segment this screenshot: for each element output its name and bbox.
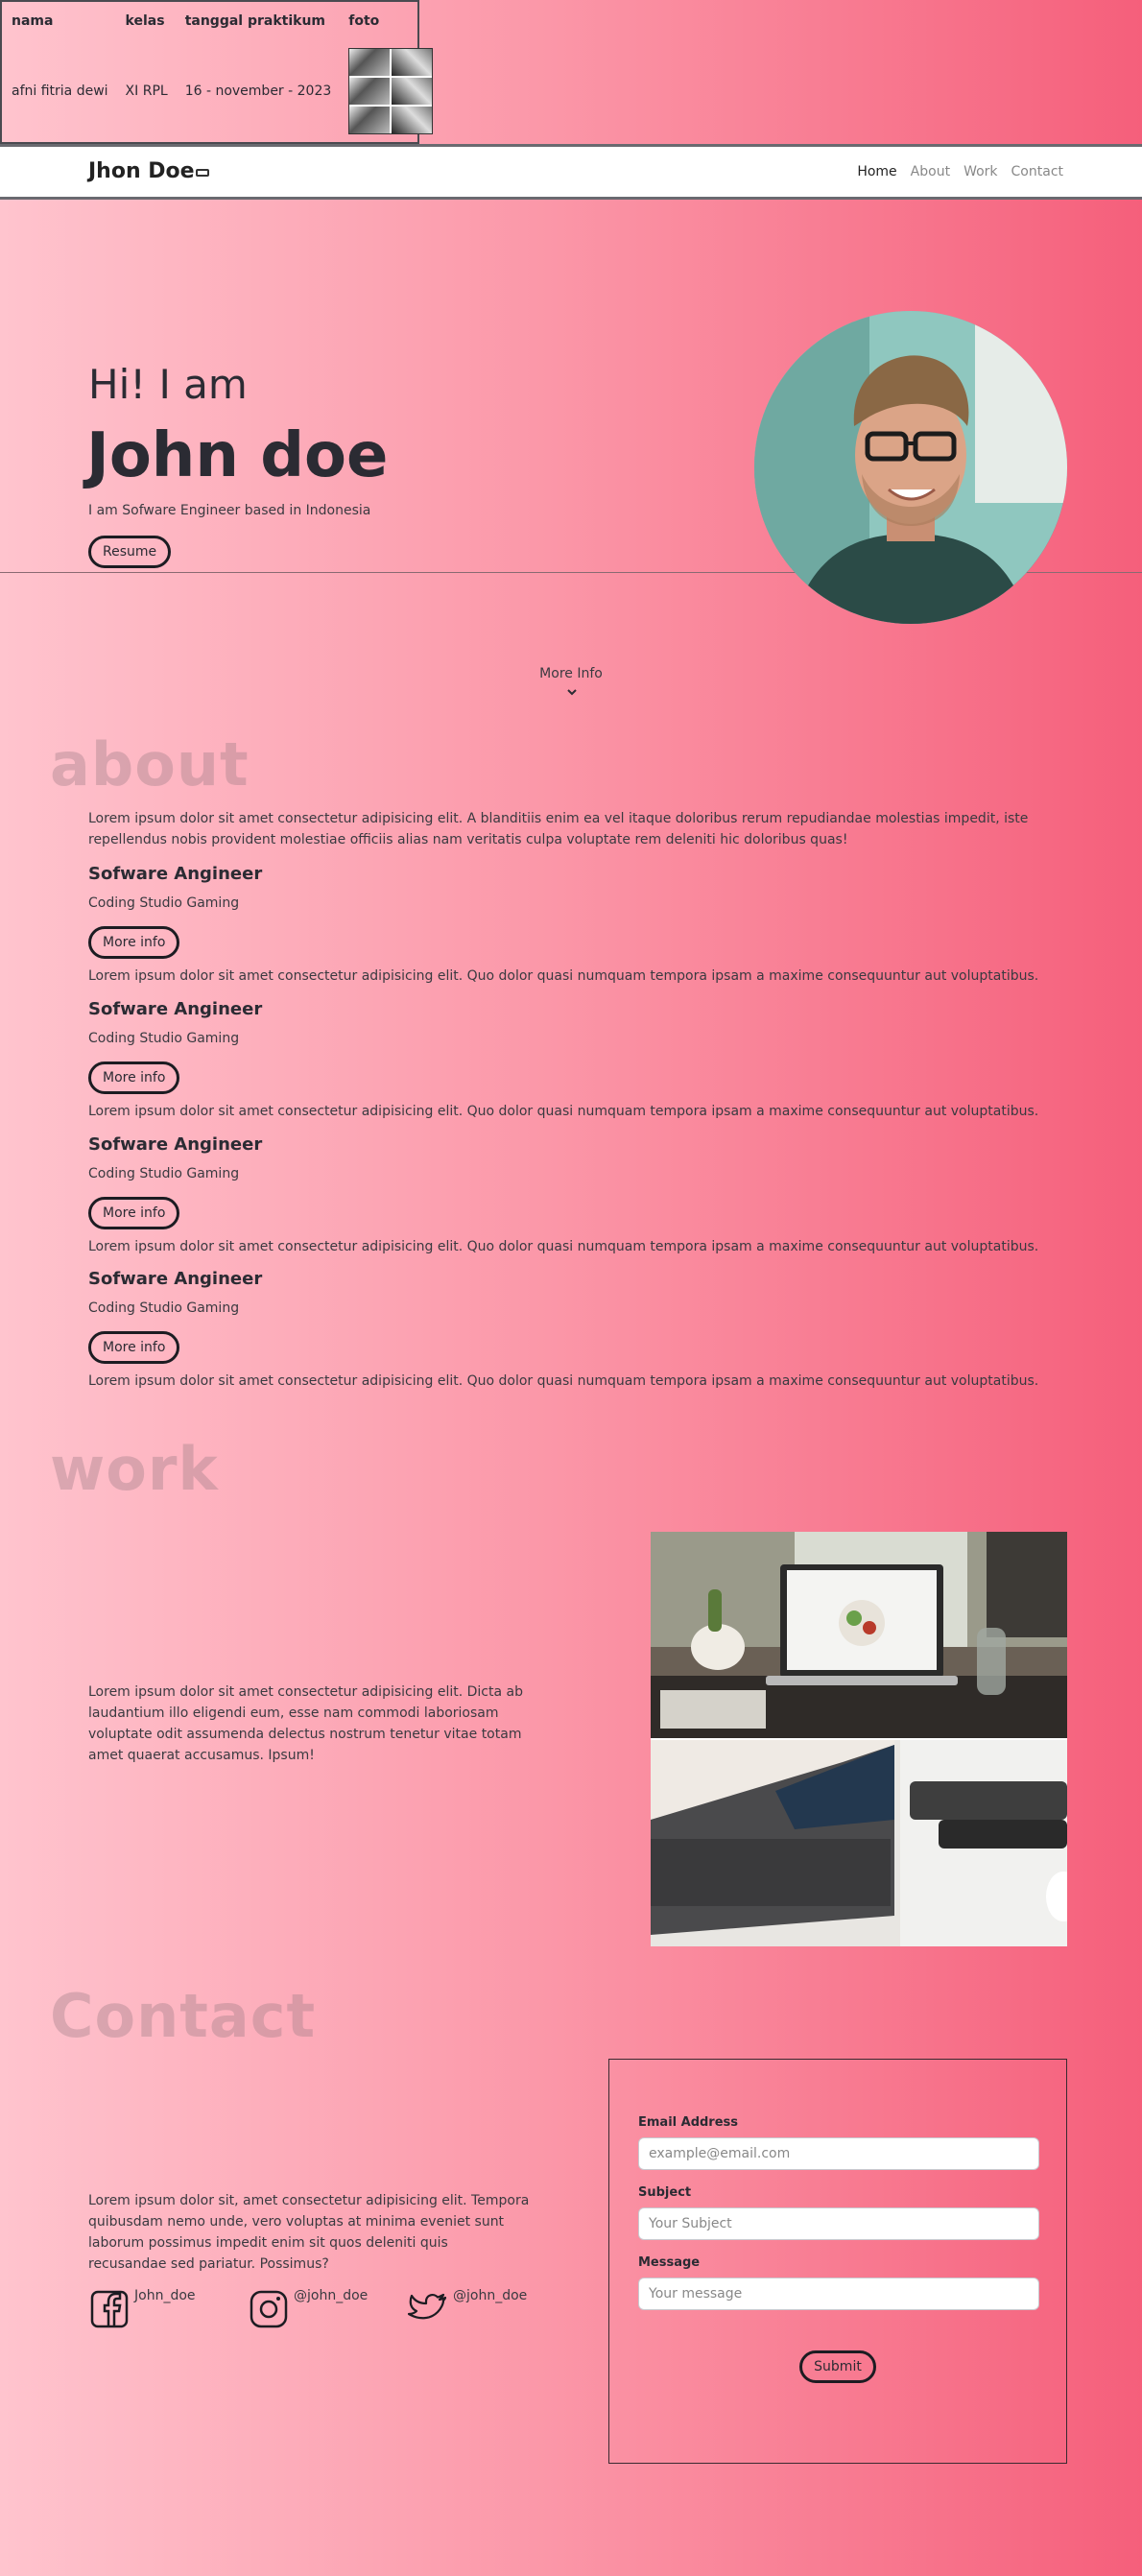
experience-title: Sofware Angineer [88, 1269, 263, 1289]
work-section-title: work [50, 1434, 219, 1504]
profile-avatar [754, 311, 1067, 624]
more-info-button[interactable]: More info [88, 926, 180, 959]
more-info-link[interactable]: More Info [0, 666, 1142, 681]
contact-form: Email Address Subject Message Submit [608, 2059, 1067, 2464]
experience-description: Lorem ipsum dolor sit amet consectetur a… [88, 968, 1039, 984]
email-label: Email Address [638, 2115, 739, 2130]
hero-name: John doe [86, 420, 389, 491]
experience-item: Sofware Angineer Coding Studio Gaming Mo… [88, 999, 1067, 1119]
subject-label: Subject [638, 2185, 692, 2200]
header-tanggal: tanggal praktikum [184, 13, 325, 29]
student-photo [348, 48, 434, 134]
experience-company: Coding Studio Gaming [88, 895, 240, 911]
instagram-icon [250, 2290, 288, 2328]
experience-item: Sofware Angineer Coding Studio Gaming Mo… [88, 1269, 1067, 1389]
work-description: Lorem ipsum dolor sit amet consectetur a… [88, 1684, 523, 1763]
value-foto [339, 40, 440, 142]
navbar: Jhon Doe Home About Work Contact [0, 144, 1142, 200]
facebook-icon [90, 2290, 129, 2328]
nav-link-work[interactable]: Work [964, 164, 997, 179]
nav-link-about[interactable]: About [911, 164, 950, 179]
student-info-table: nama kelas tanggal praktikum foto afni f… [0, 0, 434, 144]
navbar-toggle-icon[interactable] [196, 169, 209, 177]
experience-title: Sofware Angineer [88, 1134, 263, 1155]
message-field[interactable] [638, 2278, 1039, 2310]
subject-field[interactable] [638, 2207, 1039, 2240]
more-info-button[interactable]: More info [88, 1061, 180, 1094]
experience-description: Lorem ipsum dolor sit amet consectetur a… [88, 1373, 1039, 1389]
experience-company: Coding Studio Gaming [88, 1166, 240, 1181]
more-info-button[interactable]: More info [88, 1331, 180, 1364]
about-intro: Lorem ipsum dolor sit amet consectetur a… [88, 811, 1029, 847]
social-handle: John_doe [134, 2288, 196, 2303]
social-handle: @john_doe [453, 2288, 528, 2303]
header-nama: nama [12, 13, 54, 29]
social-facebook[interactable]: John_doe [88, 2288, 196, 2330]
contact-description: Lorem ipsum dolor sit, amet consectetur … [88, 2193, 530, 2272]
contact-section-title: Contact [50, 1981, 317, 2051]
hero-greeting: Hi! I am [88, 361, 248, 408]
social-twitter[interactable]: @john_doe [407, 2288, 527, 2330]
submit-wrapper: Submit [638, 2350, 1037, 2383]
experience-title: Sofware Angineer [88, 999, 263, 1019]
chevron-down-icon[interactable] [567, 687, 577, 697]
value-tanggal: 16 - november - 2023 [184, 83, 332, 99]
social-instagram[interactable]: @john_doe [248, 2288, 368, 2330]
about-section-title: about [50, 729, 250, 799]
header-foto: foto [348, 13, 380, 29]
brand-logo[interactable]: Jhon Doe [88, 159, 195, 183]
header-kelas: kelas [125, 13, 165, 29]
submit-button[interactable]: Submit [799, 2350, 876, 2383]
work-image [651, 1532, 1067, 1946]
nav-link-contact[interactable]: Contact [1011, 164, 1063, 179]
more-info-button[interactable]: More info [88, 1197, 180, 1229]
experience-company: Coding Studio Gaming [88, 1300, 240, 1316]
experience-description: Lorem ipsum dolor sit amet consectetur a… [88, 1104, 1039, 1119]
value-kelas: XI RPL [125, 83, 168, 99]
twitter-icon [407, 2293, 447, 2320]
experience-title: Sofware Angineer [88, 864, 263, 884]
email-field[interactable] [638, 2137, 1039, 2170]
social-handle: @john_doe [294, 2288, 369, 2303]
experience-company: Coding Studio Gaming [88, 1031, 240, 1046]
message-label: Message [638, 2255, 701, 2270]
nav-link-home[interactable]: Home [857, 164, 896, 179]
value-nama: afni fitria dewi [12, 83, 108, 99]
nav-links: Home About Work Contact [857, 164, 1063, 179]
experience-item: Sofware Angineer Coding Studio Gaming Mo… [88, 1134, 1067, 1254]
experience-description: Lorem ipsum dolor sit amet consectetur a… [88, 1239, 1039, 1254]
resume-button[interactable]: Resume [88, 536, 172, 568]
experience-item: Sofware Angineer Coding Studio Gaming Mo… [88, 864, 1067, 984]
hero-description: I am Sofware Engineer based in Indonesia [88, 503, 371, 518]
